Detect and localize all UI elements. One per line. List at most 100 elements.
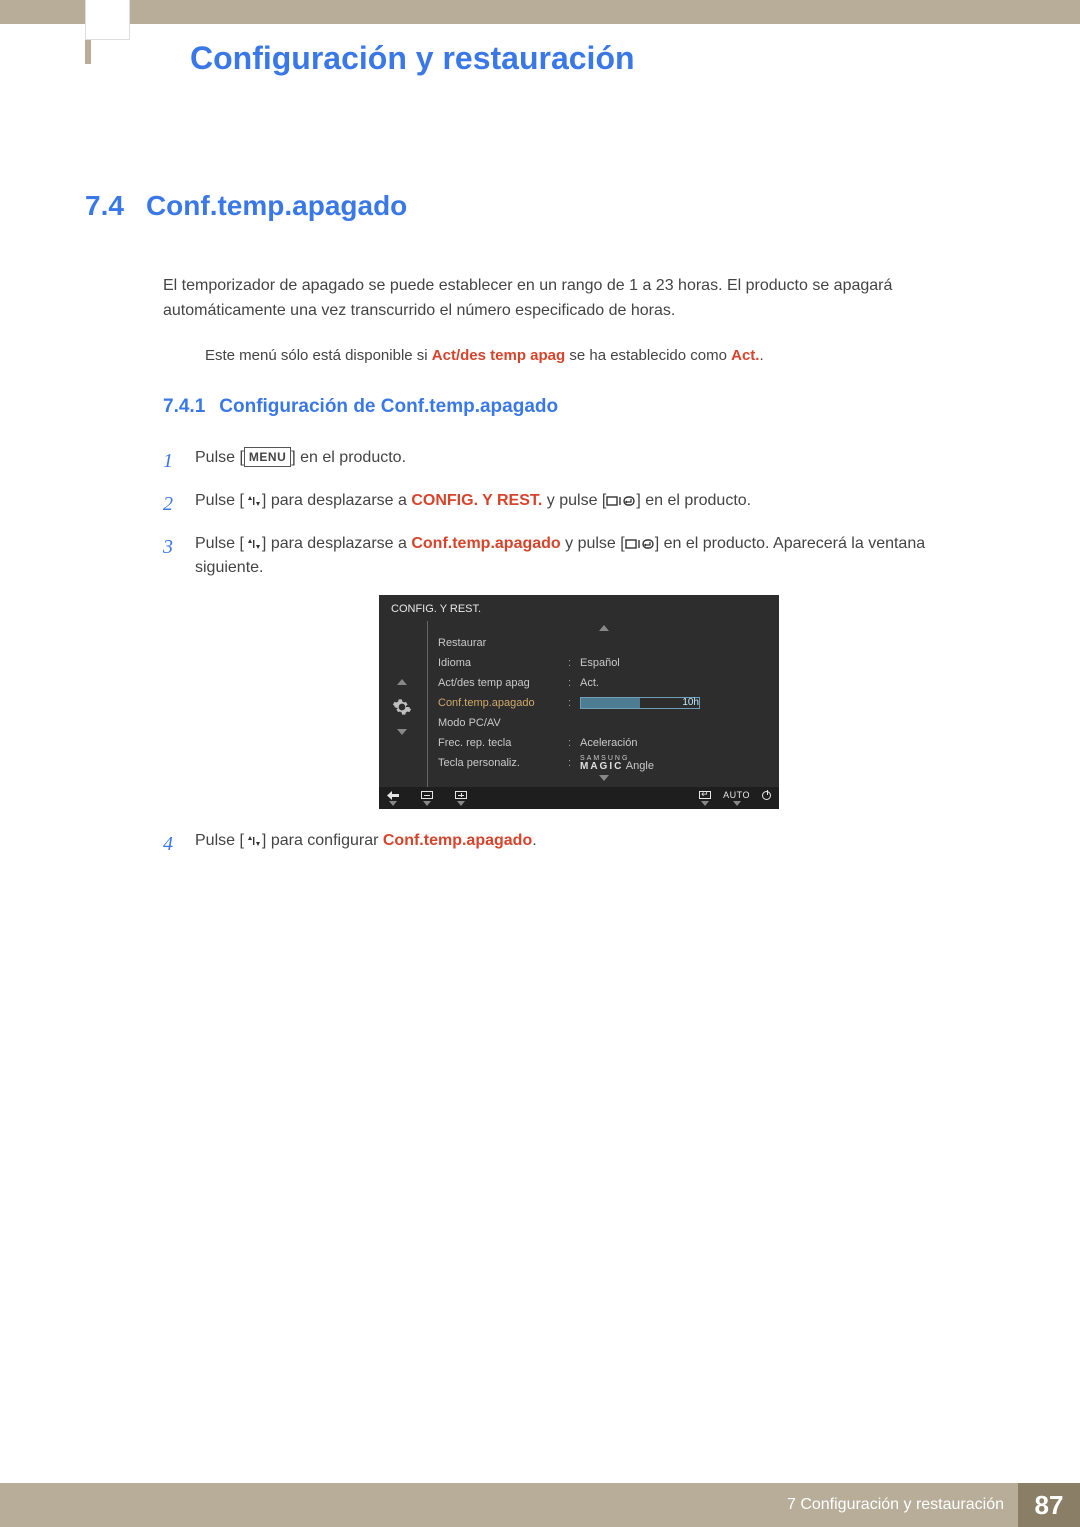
osd-title: CONFIG. Y REST. <box>379 595 779 621</box>
t: Pulse [ <box>195 535 244 552</box>
colon: : <box>568 677 580 689</box>
content: 7.4 Conf.temp.apagado El temporizador de… <box>85 190 995 872</box>
list-down-icon <box>599 775 609 781</box>
osd-row-frecrep: Frec. rep. tecla : Aceleración <box>438 733 769 753</box>
up-down-arrows-icon <box>244 832 262 849</box>
osd-row-tecla: Tecla personaliz. : SAMSUNG MAGIC Angle <box>438 753 769 773</box>
osd-value: Español <box>580 657 620 669</box>
step-text: Pulse [ ] para configurar Conf.temp.apaga… <box>195 829 995 860</box>
step-3: 3 Pulse [ ] para desplazarse a Conf.temp.… <box>163 532 995 582</box>
step-text: Pulse [ ] para desplazarse a Conf.temp.ap… <box>195 532 995 582</box>
top-bar <box>0 0 1080 24</box>
note-pre: Este menú sólo está disponible si <box>205 347 432 364</box>
colon: : <box>568 657 580 669</box>
osd-label: Frec. rep. tecla <box>438 737 568 749</box>
step-text: Pulse [MENU] en el producto. <box>195 446 995 477</box>
step-number: 3 <box>163 532 179 582</box>
subsection-title: Configuración de Conf.temp.apagado <box>219 396 558 418</box>
chapter-title: Configuración y restauración <box>190 40 635 77</box>
osd-row-conftemp: Conf.temp.apagado : 10h <box>438 693 769 713</box>
section-number: 7.4 <box>85 190 124 222</box>
note-mid: se ha establecido como <box>565 347 731 364</box>
t: . <box>532 832 536 849</box>
foot-minus-icon <box>421 790 433 806</box>
note-post: . <box>759 347 763 364</box>
list-up-icon <box>599 625 609 631</box>
hl: Conf.temp.apagado <box>383 832 532 849</box>
osd-row-modopcav: Modo PC/AV <box>438 713 769 733</box>
step-1: 1 Pulse [MENU] en el producto. <box>163 446 995 477</box>
foot-enter-icon <box>699 790 711 806</box>
step-number: 2 <box>163 489 179 520</box>
osd-row-actdes: Act/des temp apag : Act. <box>438 673 769 693</box>
osd-label: Restaurar <box>438 637 568 649</box>
osd-items: Restaurar Idioma : Español Act/des temp … <box>427 621 779 787</box>
footer-chapter-label: 7 Configuración y restauración <box>773 1483 1018 1527</box>
footer-strip <box>0 1483 773 1527</box>
osd-label: Modo PC/AV <box>438 717 568 729</box>
osd-row-restaurar: Restaurar <box>438 633 769 653</box>
gear-icon <box>392 697 412 717</box>
osd-value-magic-angle: SAMSUNG MAGIC Angle <box>580 755 654 772</box>
osd-value: Aceleración <box>580 737 637 749</box>
step-list: 1 Pulse [MENU] en el producto. 2 Pulse [… <box>163 446 995 861</box>
osd-slider: 10h <box>580 697 700 709</box>
scroll-up-icon <box>397 679 407 685</box>
t: Pulse [ <box>195 492 244 509</box>
osd-footer: AUTO <box>379 787 779 809</box>
t: y pulse [ <box>542 492 606 509</box>
page-tab-stub <box>85 0 130 40</box>
t: Pulse [ <box>195 449 244 466</box>
osd-value: Act. <box>580 677 599 689</box>
footer-page-number: 87 <box>1018 1483 1080 1527</box>
foot-plus-icon <box>455 790 467 806</box>
colon: : <box>568 757 580 769</box>
source-enter-icon <box>625 535 655 552</box>
source-enter-icon <box>606 492 636 509</box>
t: ] en el producto. <box>636 492 751 509</box>
note-highlight-2: Act. <box>731 347 759 364</box>
step-number: 4 <box>163 829 179 860</box>
colon: : <box>568 697 580 709</box>
foot-power-icon <box>762 790 771 806</box>
t: ] para desplazarse a <box>262 535 411 552</box>
osd-label: Idioma <box>438 657 568 669</box>
step-4: 4 Pulse [ ] para configurar Conf.temp.apa… <box>163 829 995 860</box>
brand-main: MAGIC <box>580 761 623 772</box>
osd-menu: CONFIG. Y REST. Restaurar <box>379 595 779 809</box>
scroll-down-icon <box>397 729 407 735</box>
osd-slider-value: 10h <box>680 697 701 708</box>
page-footer: 7 Configuración y restauración 87 <box>0 1483 1080 1527</box>
t: ] en el producto. <box>291 449 406 466</box>
osd-label-highlighted: Conf.temp.apagado <box>438 697 568 709</box>
t: y pulse [ <box>561 535 625 552</box>
subsection-heading: 7.4.1 Configuración de Conf.temp.apagado <box>163 396 995 418</box>
colon: : <box>568 737 580 749</box>
osd-row-idioma: Idioma : Español <box>438 653 769 673</box>
osd-menu-figure: CONFIG. Y REST. Restaurar <box>379 595 779 809</box>
section-title: Conf.temp.apagado <box>146 190 407 222</box>
step-number: 1 <box>163 446 179 477</box>
note-highlight-1: Act/des temp apag <box>432 347 565 364</box>
section-heading: 7.4 Conf.temp.apagado <box>85 190 995 222</box>
osd-label: Tecla personaliz. <box>438 757 568 769</box>
subsection-number: 7.4.1 <box>163 396 205 418</box>
foot-back-icon <box>387 790 399 806</box>
step-text: Pulse [ ] para desplazarse a CONFIG. Y RE… <box>195 489 995 520</box>
osd-left-column <box>379 621 425 787</box>
intro-paragraph: El temporizador de apagado se puede esta… <box>163 274 995 324</box>
foot-auto-label: AUTO <box>715 790 758 806</box>
step-2: 2 Pulse [ ] para desplazarse a CONFIG. Y … <box>163 489 995 520</box>
up-down-arrows-icon <box>244 492 262 509</box>
t: ] para desplazarse a <box>262 492 411 509</box>
brand-suffix: Angle <box>626 760 654 772</box>
availability-note: Este menú sólo está disponible si Act/de… <box>205 344 995 368</box>
hl: Conf.temp.apagado <box>411 535 560 552</box>
t: ] para configurar <box>262 832 383 849</box>
hl: CONFIG. Y REST. <box>411 492 542 509</box>
auto-text: AUTO <box>723 790 750 800</box>
osd-label: Act/des temp apag <box>438 677 568 689</box>
menu-button-icon: MENU <box>244 447 291 468</box>
up-down-arrows-icon <box>244 535 262 552</box>
t: Pulse [ <box>195 832 244 849</box>
